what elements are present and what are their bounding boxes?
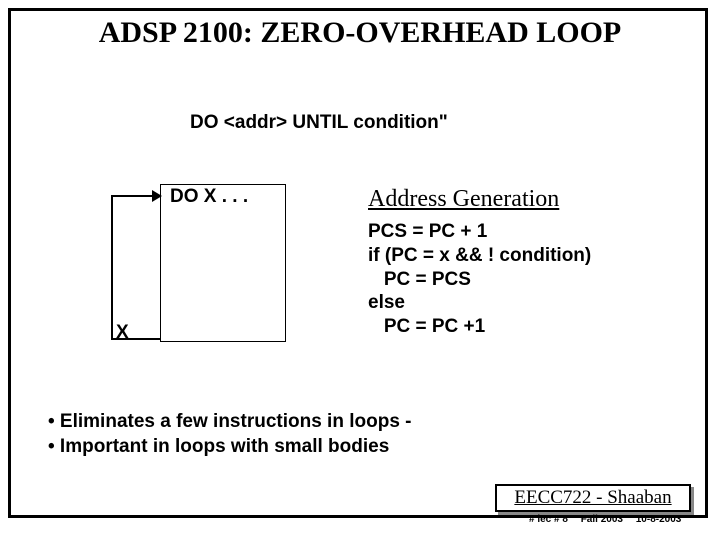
bullet-list: • Eliminates a few instructions in loops… [48, 410, 412, 459]
subfooter: # lec # 8 Fall 2003 10-8-2003 [529, 514, 691, 525]
syntax-line: DO <addr> UNTIL condition" [190, 112, 448, 134]
loop-x-label: X [116, 322, 129, 344]
subfooter-term: Fall 2003 [581, 514, 623, 525]
subfooter-lecture: # lec # 8 [529, 514, 568, 525]
subfooter-date: 10-8-2003 [636, 514, 682, 525]
bullet-item: • Eliminates a few instructions in loops… [48, 410, 412, 435]
loop-box-text: DO X . . . [170, 186, 248, 208]
footer-box: EECC722 - Shaaban [495, 484, 691, 512]
bullet-item: • Important in loops with small bodies [48, 435, 412, 460]
footer-text: EECC722 - Shaaban [514, 487, 671, 508]
loop-arrow-head [152, 190, 162, 202]
address-generation-heading: Address Generation [368, 186, 559, 213]
loop-arrow-segment [111, 338, 160, 340]
pseudo-code: PCS = PC + 1 if (PC = x && ! condition) … [368, 220, 591, 339]
loop-arrow-segment [111, 195, 113, 338]
slide-title: ADSP 2100: ZERO-OVERHEAD LOOP [0, 16, 720, 50]
